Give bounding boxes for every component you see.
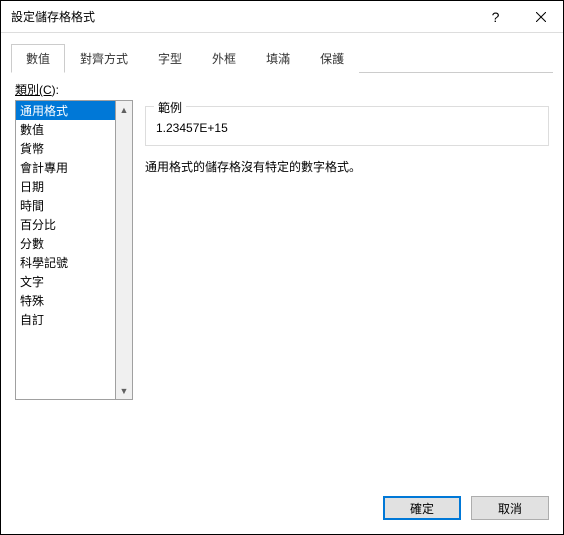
list-item[interactable]: 時間: [16, 196, 115, 215]
body-row: 通用格式 數值 貨幣 會計專用 日期 時間 百分比 分數 科學記號 文字 特殊 …: [15, 100, 549, 400]
tab-alignment[interactable]: 對齊方式: [65, 44, 143, 73]
list-item[interactable]: 百分比: [16, 215, 115, 234]
list-item[interactable]: 數值: [16, 120, 115, 139]
dialog-footer: 確定 取消: [1, 482, 563, 534]
tab-number[interactable]: 數值: [11, 44, 65, 73]
help-button[interactable]: ?: [473, 1, 518, 33]
sample-legend: 範例: [154, 99, 186, 116]
scroll-down-icon[interactable]: ▼: [116, 382, 132, 399]
list-item[interactable]: 文字: [16, 272, 115, 291]
tab-border[interactable]: 外框: [197, 44, 251, 73]
close-icon: [536, 12, 546, 22]
tabs: 數值 對齊方式 字型 外框 填滿 保護: [11, 43, 553, 73]
list-item[interactable]: 分數: [16, 234, 115, 253]
cancel-button[interactable]: 取消: [471, 496, 549, 520]
right-pane: 範例 1.23457E+15 通用格式的儲存格沒有特定的數字格式。: [145, 100, 549, 400]
list-item[interactable]: 日期: [16, 177, 115, 196]
scroll-up-icon[interactable]: ▲: [116, 101, 132, 118]
category-listbox[interactable]: 通用格式 數值 貨幣 會計專用 日期 時間 百分比 分數 科學記號 文字 特殊 …: [15, 100, 116, 400]
tab-font[interactable]: 字型: [143, 44, 197, 73]
list-item[interactable]: 科學記號: [16, 253, 115, 272]
listbox-scrollbar[interactable]: ▲ ▼: [116, 100, 133, 400]
titlebar: 設定儲存格格式 ?: [1, 1, 563, 33]
sample-value: 1.23457E+15: [156, 121, 538, 135]
tab-content: 類別(C): 通用格式 數值 貨幣 會計專用 日期 時間 百分比 分數 科學記號…: [1, 73, 563, 482]
category-listbox-wrap: 通用格式 數值 貨幣 會計專用 日期 時間 百分比 分數 科學記號 文字 特殊 …: [15, 100, 133, 400]
list-item[interactable]: 自訂: [16, 310, 115, 329]
list-item[interactable]: 貨幣: [16, 139, 115, 158]
format-cells-dialog: 設定儲存格格式 ? 數值 對齊方式 字型 外框 填滿 保護 類別(C): 通用格…: [0, 0, 564, 535]
window-title: 設定儲存格格式: [11, 8, 473, 25]
list-item[interactable]: 通用格式: [16, 101, 115, 120]
list-item[interactable]: 特殊: [16, 291, 115, 310]
tab-fill[interactable]: 填滿: [251, 44, 305, 73]
list-item[interactable]: 會計專用: [16, 158, 115, 177]
sample-box: 範例 1.23457E+15: [145, 106, 549, 146]
format-description: 通用格式的儲存格沒有特定的數字格式。: [145, 158, 549, 175]
close-button[interactable]: [518, 1, 563, 33]
tab-protection[interactable]: 保護: [305, 44, 359, 73]
ok-button[interactable]: 確定: [383, 496, 461, 520]
category-label: 類別(C):: [15, 81, 549, 98]
